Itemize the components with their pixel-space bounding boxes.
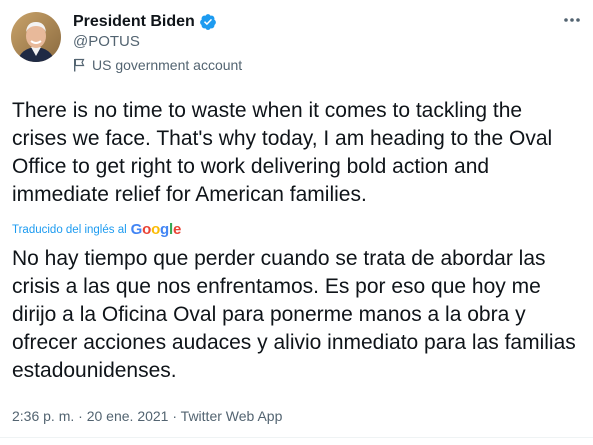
translated-from-label: Traducido del inglés al [12,223,127,236]
verified-badge-icon [199,14,216,30]
government-account-text: US government account [92,57,243,73]
avatar-image [11,12,61,62]
divider [0,437,593,438]
author-handle[interactable]: @POTUS [73,33,140,50]
flag-icon [74,58,85,72]
tweet-metadata: 2:36 p. m. · 20 ene. 2021 · Twitter Web … [12,408,282,424]
tweet-text-translated: No hay tiempo que perder cuando se trata… [12,247,576,382]
tweet-source[interactable]: Twitter Web App [181,408,283,424]
tweet-text-original: There is no time to waste when it comes … [12,99,553,206]
government-account-label[interactable]: US government account [73,57,242,73]
author-name-row: President Biden [73,13,217,31]
translation-attribution[interactable]: Traducido del inglés al Google [12,221,181,238]
meta-separator: · [168,408,181,424]
meta-separator: · [74,408,87,424]
avatar[interactable] [11,12,61,62]
tweet-date[interactable]: 20 ene. 2021 [87,408,169,424]
google-logo: Google [130,221,182,238]
tweet-time[interactable]: 2:36 p. m. [12,408,74,424]
author-name[interactable]: President Biden [73,13,195,31]
tweet-card: President Biden @POTUS US government acc… [0,0,593,445]
more-options-icon[interactable] [561,12,583,28]
